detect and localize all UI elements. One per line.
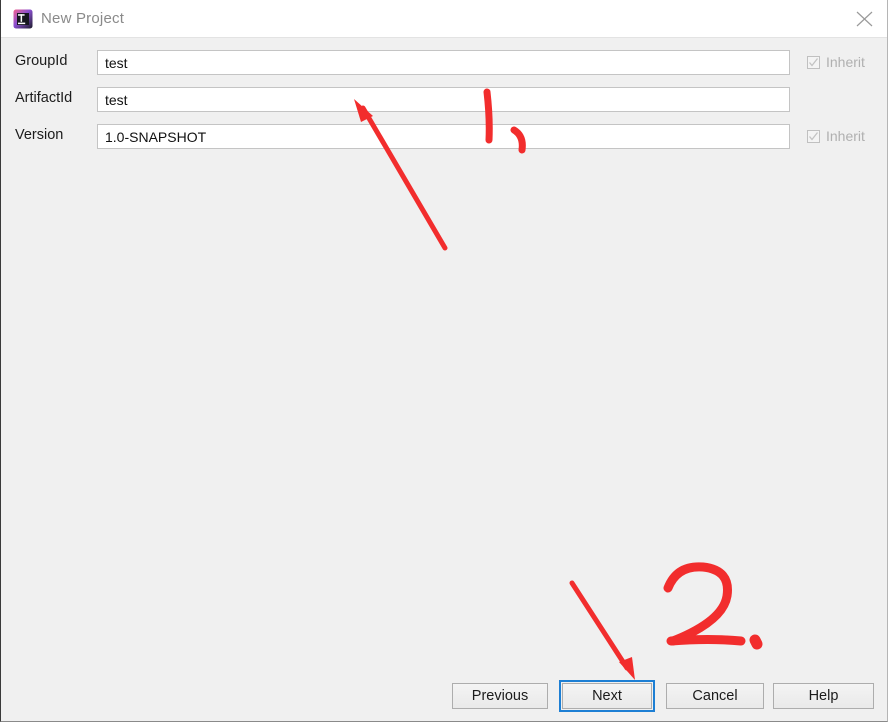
groupid-inherit-label: Inherit [826, 54, 865, 70]
step-2-number [663, 562, 763, 650]
form-row-groupid: GroupId Inherit [1, 50, 887, 76]
cancel-button[interactable]: Cancel [666, 683, 764, 709]
step-1-arrow [354, 99, 448, 251]
version-inherit-checkbox[interactable]: Inherit [807, 126, 865, 146]
form-row-version: Version Inherit [1, 124, 887, 150]
close-icon[interactable] [843, 0, 887, 38]
dialog-button-bar: Previous Next Cancel Help [1, 680, 887, 721]
groupid-inherit-checkbox[interactable]: Inherit [807, 52, 865, 72]
intellij-idea-icon [13, 9, 33, 29]
titlebar: New Project [1, 0, 887, 38]
version-label: Version [15, 127, 64, 143]
new-project-dialog: New Project GroupId Inherit ArtifactI [0, 0, 888, 722]
next-button[interactable]: Next [559, 680, 655, 712]
checkbox-checked-icon [807, 55, 820, 69]
help-button[interactable]: Help [773, 683, 874, 709]
version-inherit-label: Inherit [826, 128, 865, 144]
checkbox-checked-icon [807, 129, 820, 143]
artifactid-input[interactable] [97, 87, 790, 112]
window-title: New Project [41, 10, 125, 27]
step-2-arrow [569, 580, 635, 680]
groupid-input[interactable] [97, 50, 790, 75]
artifactid-label: ArtifactId [15, 90, 73, 106]
form-row-artifactid: ArtifactId [1, 87, 887, 113]
version-input[interactable] [97, 124, 790, 149]
previous-button[interactable]: Previous [452, 683, 548, 709]
groupid-label: GroupId [15, 53, 68, 69]
